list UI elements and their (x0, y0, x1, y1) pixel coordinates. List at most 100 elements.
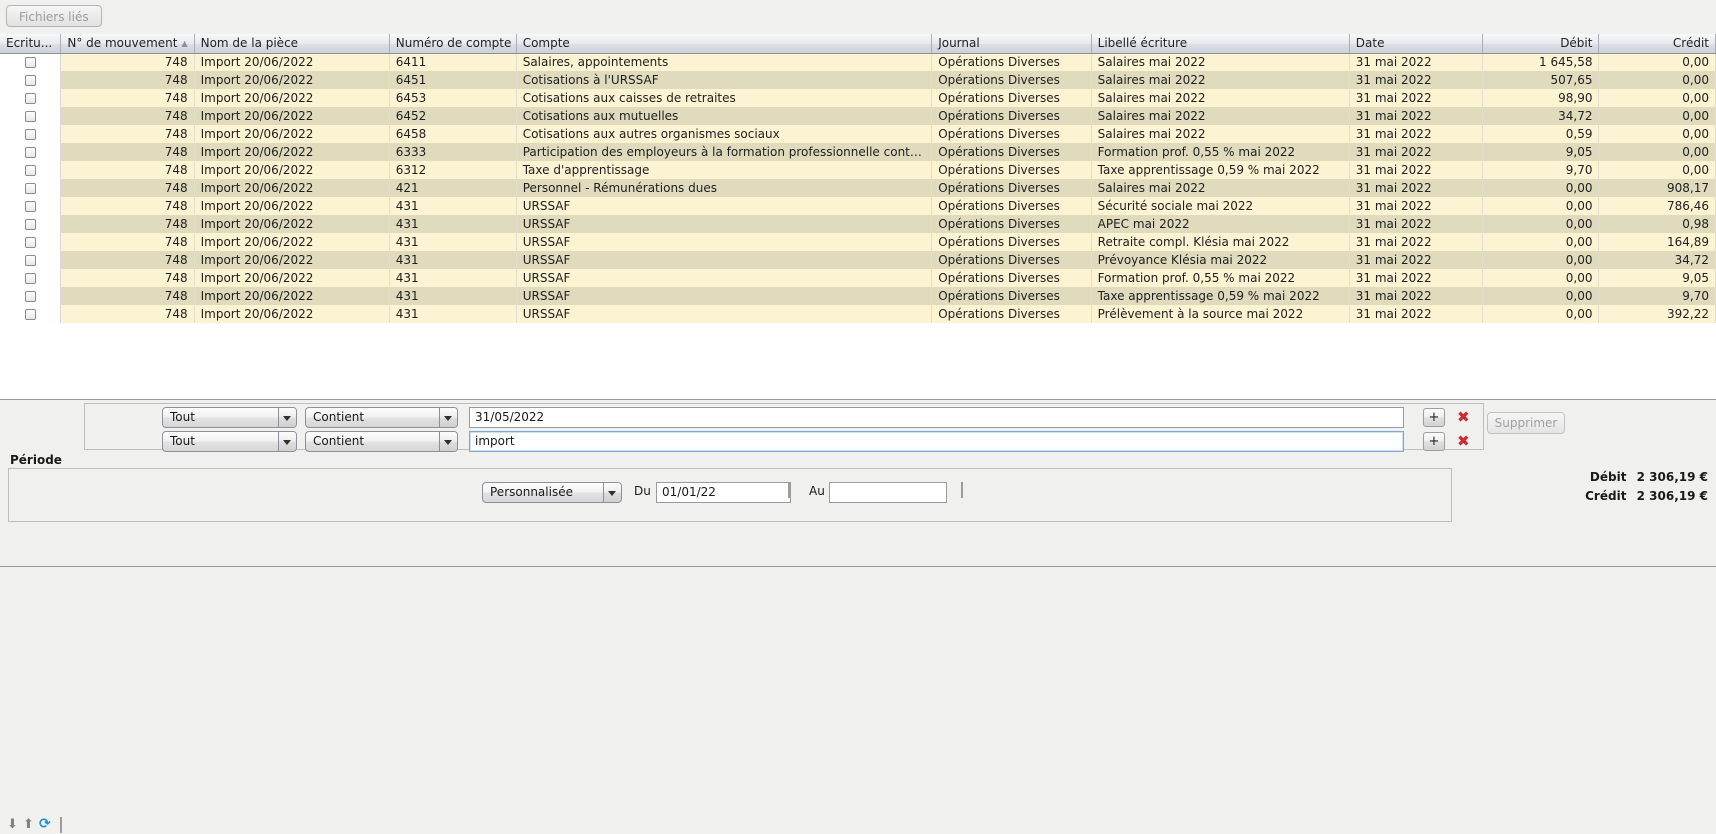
row-checkbox[interactable] (25, 201, 36, 212)
cell-credit: 392,22 (1599, 305, 1716, 323)
table-row[interactable]: 748Import 20/06/2022431URSSAFOpérations … (0, 305, 1716, 323)
save-icon[interactable] (60, 818, 62, 832)
column-header-piece[interactable]: Nom de la pièce (194, 34, 389, 53)
cell-libelle: Retraite compl. Klésia mai 2022 (1091, 233, 1349, 251)
column-header-credit[interactable]: Crédit (1599, 34, 1716, 53)
column-header-journal[interactable]: Journal (932, 34, 1091, 53)
cell-date: 31 mai 2022 (1349, 53, 1482, 71)
table-row[interactable]: 748Import 20/06/2022431URSSAFOpérations … (0, 233, 1716, 251)
periode-preset-value: Personnalisée (490, 485, 573, 499)
search-field-select-2[interactable]: Tout (162, 431, 297, 452)
remove-criteria-button-1[interactable]: ✖ (1457, 410, 1470, 425)
search-field-select-1[interactable]: Tout (162, 407, 297, 428)
table-row[interactable]: 748Import 20/06/20226312Taxe d'apprentis… (0, 161, 1716, 179)
delete-button[interactable]: Supprimer (1487, 412, 1565, 434)
row-checkbox-cell[interactable] (0, 161, 61, 179)
row-checkbox[interactable] (25, 165, 36, 176)
table-row[interactable]: 748Import 20/06/20226458Cotisations aux … (0, 125, 1716, 143)
column-header-label: Libellé écriture (1098, 36, 1188, 50)
cell-date: 31 mai 2022 (1349, 89, 1482, 107)
row-checkbox[interactable] (25, 273, 36, 284)
table-row[interactable]: 748Import 20/06/2022431URSSAFOpérations … (0, 269, 1716, 287)
column-header-compte[interactable]: Compte (516, 34, 931, 53)
row-checkbox-cell[interactable] (0, 179, 61, 197)
row-checkbox-cell[interactable] (0, 233, 61, 251)
row-checkbox-cell[interactable] (0, 287, 61, 305)
table-row[interactable]: 748Import 20/06/2022431URSSAFOpérations … (0, 197, 1716, 215)
periode-au-input[interactable] (829, 482, 947, 503)
cell-journal: Opérations Diverses (932, 251, 1091, 269)
row-checkbox-cell[interactable] (0, 71, 61, 89)
row-checkbox-cell[interactable] (0, 197, 61, 215)
refresh-icon[interactable]: ⟳ (39, 817, 53, 831)
total-debit-label: Débit (1590, 470, 1627, 484)
row-checkbox-cell[interactable] (0, 53, 61, 71)
calendar-icon[interactable] (788, 483, 790, 497)
row-checkbox[interactable] (25, 93, 36, 104)
periode-preset-select[interactable]: Personnalisée (482, 482, 622, 503)
cell-date: 31 mai 2022 (1349, 251, 1482, 269)
arrow-up-icon[interactable]: ⬆ (23, 818, 34, 832)
row-checkbox[interactable] (25, 255, 36, 266)
row-checkbox-cell[interactable] (0, 125, 61, 143)
chevron-down-icon[interactable] (603, 483, 621, 502)
add-criteria-button-1[interactable]: + (1423, 408, 1445, 427)
row-checkbox[interactable] (25, 147, 36, 158)
search-operator-select-1[interactable]: Contient (305, 407, 458, 428)
column-header-numero_compte[interactable]: Numéro de compte (389, 34, 516, 53)
cell-date: 31 mai 2022 (1349, 161, 1482, 179)
row-checkbox[interactable] (25, 57, 36, 68)
row-checkbox-cell[interactable] (0, 143, 61, 161)
column-header-debit[interactable]: Débit (1483, 34, 1599, 53)
periode-du-value: 01/01/22 (662, 485, 716, 499)
row-checkbox-cell[interactable] (0, 269, 61, 287)
table-row[interactable]: 748Import 20/06/2022421Personnel - Rémun… (0, 179, 1716, 197)
table-row[interactable]: 748Import 20/06/20226452Cotisations aux … (0, 107, 1716, 125)
row-checkbox[interactable] (25, 111, 36, 122)
cell-compte: URSSAF (516, 233, 931, 251)
table-row[interactable]: 748Import 20/06/2022431URSSAFOpérations … (0, 251, 1716, 269)
arrow-down-icon[interactable]: ⬇ (7, 818, 18, 832)
row-checkbox[interactable] (25, 129, 36, 140)
cell-mouvement: 748 (61, 125, 194, 143)
table-row[interactable]: 748Import 20/06/2022431URSSAFOpérations … (0, 287, 1716, 305)
chevron-down-icon[interactable] (439, 432, 457, 451)
column-header-date[interactable]: Date (1349, 34, 1482, 53)
table-row[interactable]: 748Import 20/06/20226453Cotisations aux … (0, 89, 1716, 107)
periode-panel: Personnalisée Du 01/01/22 Au (8, 468, 1452, 522)
row-checkbox-cell[interactable] (0, 89, 61, 107)
search-text-input-1[interactable]: 31/05/2022 (469, 407, 1404, 428)
row-checkbox-cell[interactable] (0, 251, 61, 269)
row-checkbox[interactable] (25, 309, 36, 320)
remove-criteria-button-2[interactable]: ✖ (1457, 434, 1470, 449)
row-checkbox[interactable] (25, 219, 36, 230)
table-row[interactable]: 748Import 20/06/2022431URSSAFOpérations … (0, 215, 1716, 233)
row-checkbox[interactable] (25, 183, 36, 194)
column-header-label: Numéro de compte (396, 36, 512, 50)
table-row[interactable]: 748Import 20/06/20226451Cotisations à l'… (0, 71, 1716, 89)
chevron-down-icon[interactable] (278, 408, 296, 427)
periode-du-input[interactable]: 01/01/22 (656, 482, 791, 503)
table-row[interactable]: 748Import 20/06/20226411Salaires, appoin… (0, 53, 1716, 71)
row-checkbox-cell[interactable] (0, 215, 61, 233)
cell-mouvement: 748 (61, 107, 194, 125)
chevron-down-icon[interactable] (439, 408, 457, 427)
search-criteria-row-1: Tout Contient 31/05/2022 + ✖ (85, 407, 1483, 428)
cell-journal: Opérations Diverses (932, 125, 1091, 143)
row-checkbox-cell[interactable] (0, 305, 61, 323)
column-header-mouvement[interactable]: N° de mouvement▲ (61, 34, 194, 53)
cell-libelle: Formation prof. 0,55 % mai 2022 (1091, 143, 1349, 161)
add-criteria-button-2[interactable]: + (1423, 432, 1445, 451)
search-operator-select-2[interactable]: Contient (305, 431, 458, 452)
row-checkbox[interactable] (25, 291, 36, 302)
table-row[interactable]: 748Import 20/06/20226333Participation de… (0, 143, 1716, 161)
column-header-libelle[interactable]: Libellé écriture (1091, 34, 1349, 53)
chevron-down-icon[interactable] (278, 432, 296, 451)
calendar-icon[interactable] (961, 483, 963, 497)
linked-files-button[interactable]: Fichiers liés (6, 5, 102, 27)
row-checkbox[interactable] (25, 237, 36, 248)
search-text-input-2[interactable]: import (469, 431, 1404, 452)
row-checkbox[interactable] (25, 75, 36, 86)
row-checkbox-cell[interactable] (0, 107, 61, 125)
column-header-ecriture[interactable]: Ecritu... (0, 34, 61, 53)
